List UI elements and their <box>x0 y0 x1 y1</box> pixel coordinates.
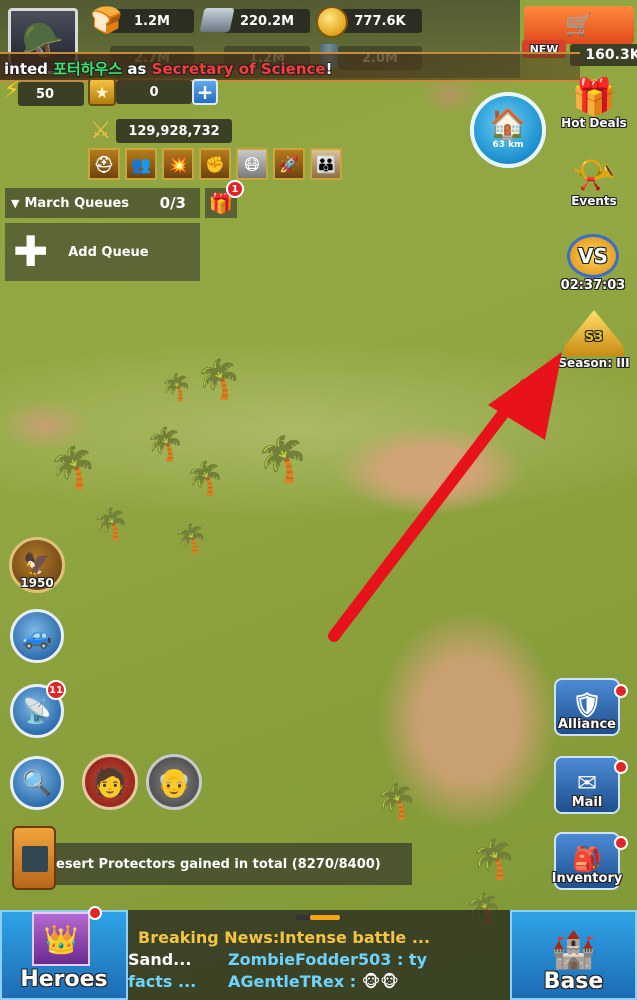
heroes-label: Heroes <box>20 967 108 992</box>
inventory-label: Inventory <box>551 871 623 886</box>
walkie-talkie-icon[interactable] <box>12 826 56 890</box>
alliance-shield-icon: 🛡 <box>571 691 603 719</box>
alliance-button[interactable]: 🛡 Alliance <box>554 678 620 736</box>
magnifier-icon: 🔍 <box>22 769 52 797</box>
crown-icon: 👑 <box>32 912 90 966</box>
emoji-icon: 🐵🐵 <box>361 972 399 991</box>
heroes-button[interactable]: 👑 Heroes <box>0 910 128 1000</box>
chat-user-1: ZombieFodder503 <box>228 950 392 969</box>
chat-msg-2: : <box>344 972 362 991</box>
mail-notification-dot <box>614 760 628 774</box>
base-button[interactable]: 🏰 Base <box>510 910 637 1000</box>
inventory-button[interactable]: 🎒 Inventory <box>551 832 623 890</box>
mail-label: Mail <box>571 795 603 810</box>
chat-msg-1: : ty <box>391 950 427 969</box>
chat-line-1: ZombieFodder503 : ty <box>228 950 427 969</box>
news-feed[interactable]: Breaking News:Intense battle ... Sand...… <box>128 926 508 996</box>
heroes-notification-dot <box>88 906 102 920</box>
quest-text: esert Protectors gained in total (8270/8… <box>56 856 381 872</box>
chat-line-2-left: facts ... <box>128 972 197 991</box>
envelope-icon: ✉ <box>576 769 598 797</box>
old-scientist-hero-icon: 👴 <box>156 765 192 799</box>
search-button[interactable]: 🔍 <box>10 756 64 810</box>
arrow-shaft <box>328 379 531 642</box>
hero-portrait-1[interactable]: 🧑 <box>82 754 138 810</box>
vehicle-button[interactable]: 🚙 <box>10 609 64 663</box>
quest-bar[interactable]: esert Protectors gained in total (8270/8… <box>44 843 412 885</box>
alliance-notification-dot <box>614 684 628 698</box>
rank-value: 1950 <box>20 576 54 590</box>
inventory-notification-dot <box>614 836 628 850</box>
red-beret-hero-icon: 🧑 <box>92 765 128 799</box>
backpack-icon: 🎒 <box>572 845 602 873</box>
news-progress <box>296 915 342 920</box>
news-headline: Breaking News:Intense battle ... <box>138 928 431 947</box>
hero-portrait-2[interactable]: 👴 <box>146 754 202 810</box>
chat-user-2: AGentleTRex <box>228 972 345 991</box>
alliance-label: Alliance <box>558 717 616 732</box>
rank-eagle-icon: 🦅 <box>23 552 51 577</box>
base-label: Base <box>543 969 604 994</box>
chat-line-1-left: Sand... <box>128 950 192 969</box>
mail-button[interactable]: ✉ Mail <box>554 756 620 814</box>
chat-line-2: AGentleTRex : 🐵🐵 <box>228 972 399 991</box>
base-building-icon: 🏰 <box>551 930 596 971</box>
radar-badge: 11 <box>46 680 66 700</box>
radar-dish-icon: 📡 <box>22 697 52 725</box>
jeep-icon: 🚙 <box>22 622 52 650</box>
